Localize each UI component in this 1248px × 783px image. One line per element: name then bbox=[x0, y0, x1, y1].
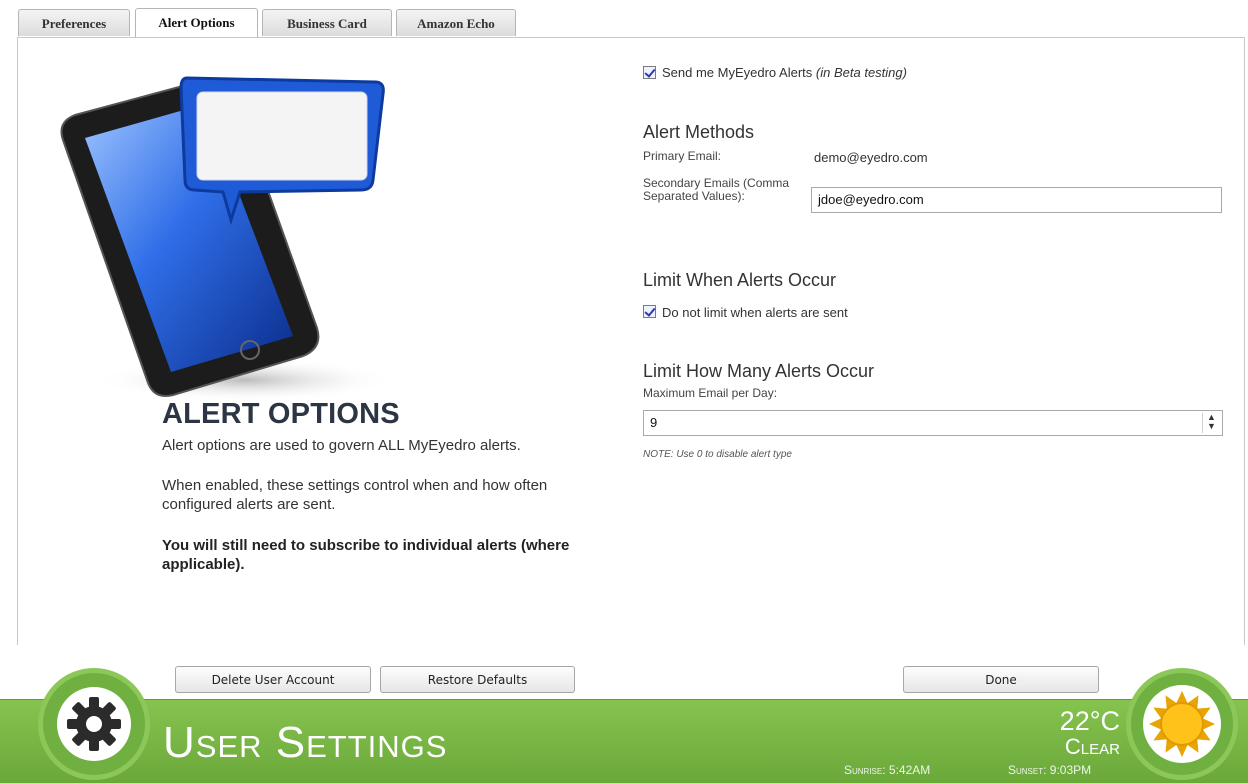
temperature: 22°C bbox=[1059, 706, 1120, 736]
page-title: ALERT OPTIONS bbox=[162, 398, 400, 430]
limit-many-heading: Limit How Many Alerts Occur bbox=[643, 361, 875, 381]
send-alerts-label: Send me MyEyedro Alerts (in Beta testing… bbox=[662, 65, 907, 80]
delete-user-account-button[interactable]: Delete User Account bbox=[175, 666, 371, 693]
description-2: When enabled, these settings control whe… bbox=[162, 477, 548, 513]
note-text: NOTE: Use 0 to disable alert type bbox=[643, 449, 792, 460]
primary-email-label: Primary Email: bbox=[643, 149, 722, 163]
no-limit-checkbox[interactable] bbox=[643, 305, 656, 318]
no-limit-label: Do not limit when alerts are sent bbox=[662, 305, 848, 320]
footer-title: User Settings bbox=[163, 718, 448, 767]
primary-email-value: demo@eyedro.com bbox=[814, 150, 928, 165]
description-3: You will still need to subscribe to indi… bbox=[162, 537, 570, 573]
tab-business-card[interactable]: Business Card bbox=[262, 9, 392, 36]
secondary-emails-label: Secondary Emails (Comma Separated Values… bbox=[643, 176, 790, 203]
phone-illustration bbox=[60, 76, 395, 402]
sunrise-time: Sunrise: 5:42AM bbox=[844, 763, 931, 777]
send-alerts-checkbox[interactable] bbox=[643, 66, 656, 79]
max-email-value: 9 bbox=[650, 415, 658, 430]
limit-when-heading: Limit When Alerts Occur bbox=[643, 270, 837, 290]
gear-badge bbox=[38, 668, 150, 780]
description-1: Alert options are used to govern ALL MyE… bbox=[162, 437, 521, 454]
weather-condition: Clear bbox=[1064, 734, 1120, 759]
alert-methods-heading: Alert Methods bbox=[643, 122, 755, 142]
weather-badge bbox=[1126, 668, 1238, 780]
gear-icon bbox=[67, 697, 121, 751]
restore-defaults-button[interactable]: Restore Defaults bbox=[380, 666, 575, 693]
done-button[interactable]: Done bbox=[903, 666, 1099, 693]
max-email-label: Maximum Email per Day: bbox=[643, 386, 778, 400]
spinner-arrows-icon[interactable]: ▲ ▼ bbox=[1202, 413, 1220, 433]
tab-alert-options[interactable]: Alert Options bbox=[135, 8, 258, 38]
tab-preferences[interactable]: Preferences bbox=[18, 9, 130, 36]
sunset-time: Sunset: 9:03PM bbox=[1008, 763, 1092, 777]
max-email-input[interactable]: 9 ▲ ▼ bbox=[643, 410, 1223, 436]
tab-amazon-echo[interactable]: Amazon Echo bbox=[396, 9, 516, 36]
secondary-emails-input[interactable]: jdoe@eyedro.com bbox=[811, 187, 1222, 213]
sun-icon bbox=[1149, 691, 1215, 757]
